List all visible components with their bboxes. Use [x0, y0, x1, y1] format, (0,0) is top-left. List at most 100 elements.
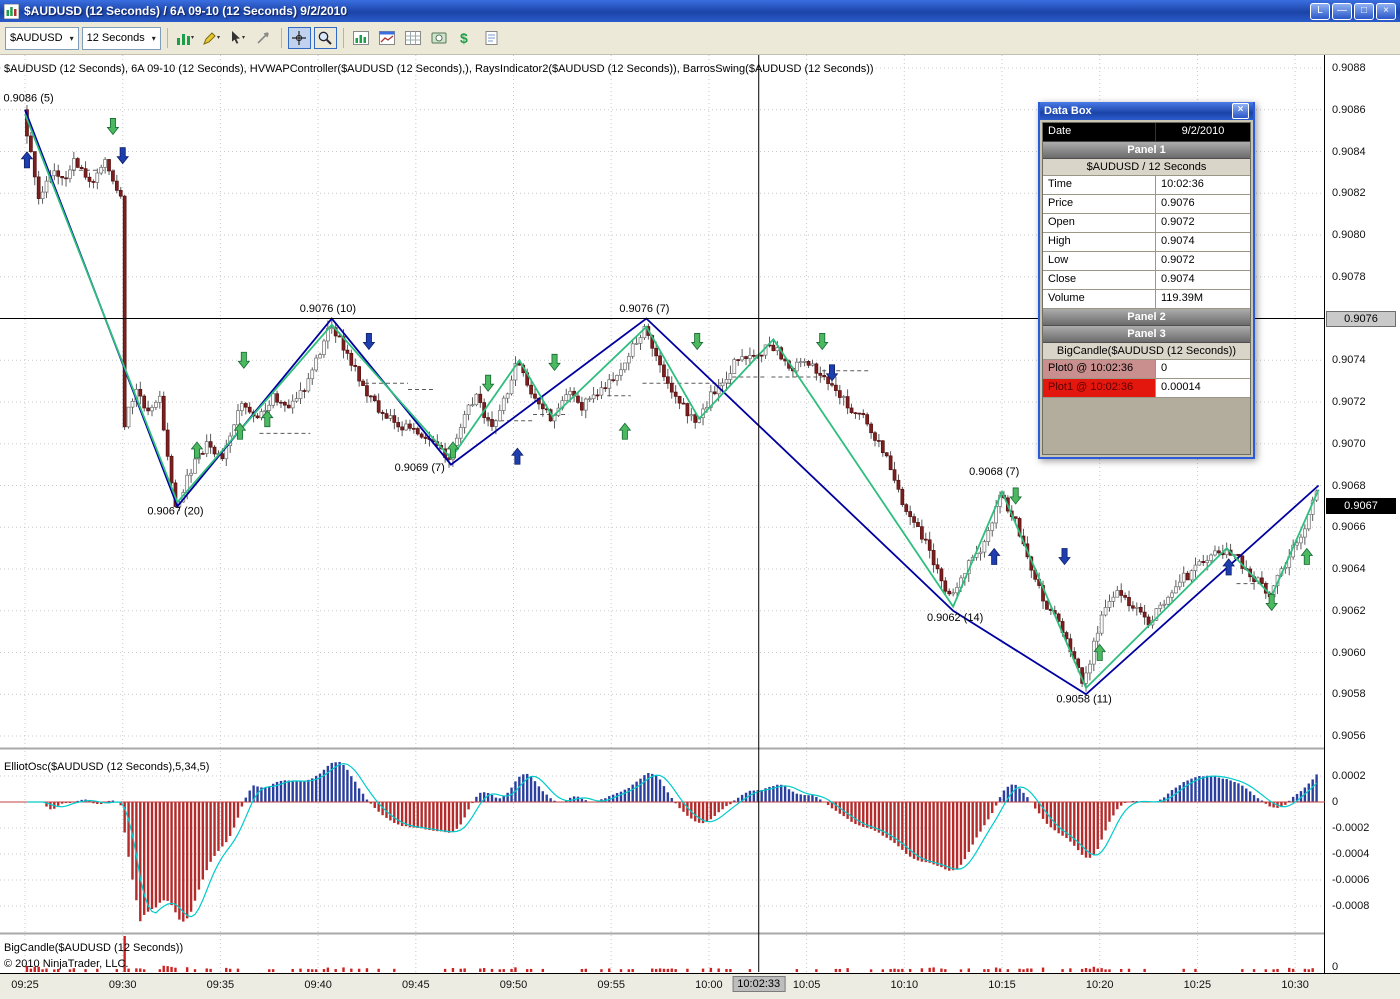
interval-select-value: 12 Seconds	[86, 32, 145, 44]
ninjatrader-chart-window: $AUDUSD (12 Seconds) / 6A 09-10 (12 Seco…	[0, 0, 1400, 999]
time-axis-label: 10:30	[1281, 979, 1309, 991]
zoom-button[interactable]	[313, 27, 337, 49]
databox-row-label: Open	[1043, 214, 1156, 232]
price-axis-label: 0.9058	[1332, 688, 1366, 701]
databox-row-label: High	[1043, 233, 1156, 251]
drawing-tools-button[interactable]	[200, 27, 223, 49]
toolbar-separator	[280, 28, 282, 48]
price-axis-label: -0.0004	[1332, 848, 1370, 860]
chevron-down-icon: ▾	[151, 33, 156, 43]
chevron-down-icon: ▾	[69, 33, 74, 43]
panel3-indicator-label: BigCandle($AUDUSD (12 Seconds))	[4, 942, 183, 954]
crosshair-price-marker: 0.9076	[1326, 310, 1396, 327]
time-axis-label: 09:50	[499, 979, 528, 991]
databox-window[interactable]: Data Box × Date 9/2/2010 Panel 1 $AUDUSD / …	[1038, 102, 1255, 459]
databox-row-value: 9/2/2010	[1181, 125, 1225, 137]
databox-row: Time 10:02:36	[1043, 176, 1250, 195]
svg-text:0.9076 (7): 0.9076 (7)	[619, 303, 669, 315]
crosshair-time-marker: 10:02:33	[732, 976, 786, 992]
price-axis-label: 0.9062	[1332, 604, 1366, 617]
price-axis-label: 0.9068	[1332, 479, 1366, 492]
price-axis[interactable]: 0.9088 0.9086 0.9084 0.9082 0.9080 0.9078 0.90…	[1325, 55, 1400, 973]
crosshair-button[interactable]	[287, 27, 311, 49]
elliott-oscillator-layer	[0, 761, 1325, 922]
marker-button[interactable]	[252, 27, 275, 49]
panel2-indicator-label: ElliotOsc($AUDUSD (12 Seconds),5,34,5)	[4, 761, 209, 773]
databox-row-value: 0.00014	[1161, 381, 1201, 393]
databox-row-value: 0	[1161, 362, 1168, 374]
price-axis-label: 0.9082	[1332, 187, 1366, 200]
databox-row: Close 0.9074	[1043, 271, 1250, 290]
time-axis-label: 09:40	[304, 979, 332, 991]
databox-row: Plot1 @ 10:02:36 0.00014	[1043, 379, 1250, 398]
price-axis-label: 0.9088	[1332, 62, 1366, 74]
databox-row-value: 0.9076	[1161, 197, 1195, 209]
databox-row: Volume 119.39M	[1043, 290, 1250, 309]
snapshot-button[interactable]	[428, 27, 451, 49]
notes-button[interactable]	[480, 27, 503, 49]
databox-row-label: Price	[1043, 195, 1156, 213]
chevron-down-icon	[242, 36, 246, 39]
databox-row-value: 119.39M	[1161, 292, 1203, 304]
svg-text:$: $	[460, 30, 468, 46]
price-axis-label: 0.9084	[1332, 145, 1366, 158]
time-axis[interactable]: 09:25 09:30 09:35 09:40 09:45 09:50 09:55 10:00…	[0, 973, 1400, 999]
databox-row: Low 0.9072	[1043, 252, 1250, 271]
chart-window-button[interactable]	[376, 27, 399, 49]
dollar-button[interactable]: $	[454, 27, 477, 49]
databox-row-value: 0.9072	[1161, 254, 1195, 266]
copyright-label: © 2010 NinjaTrader, LLC.	[4, 958, 129, 970]
databox-row: BigCandle($AUDUSD (12 Seconds))	[1043, 343, 1250, 360]
databox-titlebar[interactable]: Data Box ×	[1040, 102, 1253, 120]
window-title: $AUDUSD (12 Seconds) / 6A 09-10 (12 Seco…	[24, 4, 348, 18]
close-button[interactable]: ×	[1376, 2, 1396, 20]
time-axis-label: 09:30	[108, 979, 137, 991]
chart-style-button[interactable]	[174, 27, 197, 49]
pointer-button[interactable]	[226, 27, 249, 49]
last-price-marker: 0.9067	[1326, 498, 1396, 515]
link-button[interactable]: L	[1310, 2, 1330, 20]
price-axis-label: 0.0002	[1332, 770, 1366, 782]
svg-text:0.9062 (14): 0.9062 (14)	[927, 612, 983, 624]
interval-select[interactable]: 12 Seconds ▾	[81, 26, 161, 50]
databox-row-label: Volume	[1043, 290, 1156, 308]
time-axis-label: 10:25	[1183, 979, 1212, 991]
databox-row-label: Close	[1043, 271, 1156, 289]
app-icon	[4, 3, 19, 19]
data-grid-button[interactable]	[402, 27, 425, 49]
databox-row: $AUDUSD / 12 Seconds	[1043, 159, 1250, 176]
databox-row: Panel 3	[1043, 326, 1250, 343]
window-titlebar[interactable]: $AUDUSD (12 Seconds) / 6A 09-10 (12 Seco…	[0, 0, 1400, 22]
minimize-button[interactable]: —	[1332, 2, 1352, 20]
chevron-down-icon	[217, 36, 221, 39]
databox-title: Data Box	[1044, 105, 1092, 117]
swing-labels-layer: 0.9086 (5) 0.9067 (20) 0.9076 (10) 0.9069 (…	[4, 92, 1112, 705]
svg-text:0.9086 (5): 0.9086 (5)	[4, 92, 54, 104]
indicators-button[interactable]	[350, 27, 373, 49]
time-axis-label: 10:10	[890, 979, 919, 991]
price-axis-label: 0	[1332, 796, 1339, 808]
price-axis-label: 0.9072	[1332, 396, 1366, 408]
time-axis-label: 09:55	[597, 979, 625, 991]
databox-row-value: 0.9074	[1161, 235, 1195, 247]
databox-row-label: Plot0 @ 10:02:36	[1043, 360, 1156, 378]
databox-row-label: Plot1 @ 10:02:36	[1043, 379, 1156, 397]
databox-close-icon[interactable]: ×	[1232, 103, 1249, 119]
databox-row: Date 9/2/2010	[1043, 123, 1250, 142]
databox-row: Price 0.9076	[1043, 195, 1250, 214]
price-axis-label: 0.9080	[1332, 229, 1366, 241]
price-axis-label: -0.0006	[1332, 874, 1370, 886]
time-axis-label: 10:00	[695, 979, 723, 991]
instrument-select-value: $AUDUSD	[10, 32, 63, 44]
svg-text:0.9069 (7): 0.9069 (7)	[395, 462, 445, 474]
databox-row-value: 0.9074	[1161, 273, 1195, 285]
databox-row-label: Date	[1043, 123, 1156, 141]
price-axis-label: 0.9078	[1332, 270, 1366, 283]
bigcandle-layer	[25, 936, 1314, 972]
svg-text:0.9058 (11): 0.9058 (11)	[1056, 694, 1111, 706]
price-axis-label: -0.0002	[1332, 822, 1370, 834]
databox-row-value: 0.9072	[1161, 216, 1195, 228]
databox-row: Plot0 @ 10:02:36 0	[1043, 360, 1250, 379]
instrument-select[interactable]: $AUDUSD ▾	[5, 26, 79, 50]
maximize-button[interactable]: □	[1354, 2, 1374, 20]
